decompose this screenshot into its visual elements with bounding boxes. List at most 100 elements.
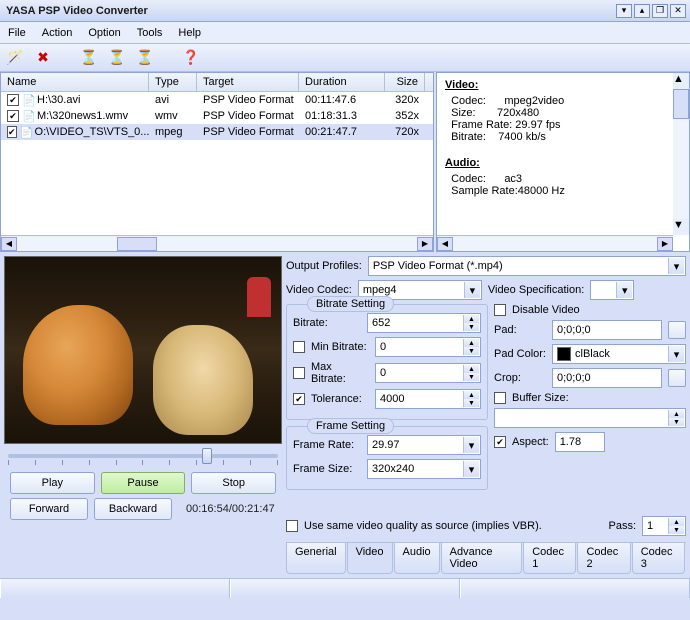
tab-codec2[interactable]: Codec 2 — [577, 543, 630, 574]
menubar: File Action Option Tools Help — [0, 22, 690, 44]
menu-tools[interactable]: Tools — [137, 27, 163, 39]
frame-rate-combo[interactable]: 29.97▾ — [367, 435, 481, 455]
row-checkbox[interactable]: ✔ — [7, 94, 19, 106]
chevron-down-icon[interactable]: ▾ — [616, 282, 632, 298]
statusbar — [0, 578, 690, 598]
remove-file-icon[interactable]: ✖ — [34, 49, 52, 67]
row-checkbox[interactable]: ✔ — [7, 126, 17, 138]
col-type[interactable]: Type — [149, 73, 197, 91]
chevron-down-icon[interactable]: ▾ — [668, 258, 684, 274]
help-icon[interactable]: ❓ — [182, 49, 200, 67]
info-hscroll[interactable]: ◀ ▶ — [437, 235, 673, 251]
pass-input[interactable]: 1▲▼ — [642, 516, 686, 536]
seek-knob[interactable] — [202, 448, 212, 464]
aspect-checkbox[interactable]: ✔ — [494, 436, 506, 448]
scroll-thumb[interactable] — [117, 237, 157, 251]
scroll-thumb[interactable] — [673, 89, 689, 119]
spin-up-icon[interactable]: ▲ — [463, 315, 479, 323]
buffer-checkbox[interactable] — [494, 392, 506, 404]
table-row[interactable]: ✔📄O:\VIDEO_TS\VTS_0... mpeg PSP Video Fo… — [1, 124, 433, 140]
aspect-input[interactable]: 1.78 — [555, 432, 605, 452]
scroll-down-icon[interactable]: ▼ — [673, 219, 689, 235]
col-name[interactable]: Name — [1, 73, 149, 91]
pad-color-combo[interactable]: clBlack▾ — [552, 344, 686, 364]
menu-action[interactable]: Action — [42, 27, 73, 39]
tab-video[interactable]: Video — [347, 543, 393, 574]
bitrate-group-label: Bitrate Setting — [307, 296, 394, 312]
play-button[interactable]: Play — [10, 472, 95, 494]
chevron-down-icon[interactable]: ▾ — [464, 282, 480, 298]
tolerance-input[interactable]: 4000▲▼ — [375, 389, 481, 409]
tab-codec3[interactable]: Codec 3 — [632, 543, 685, 574]
crop-button[interactable] — [668, 369, 686, 387]
crop-input[interactable]: 0;0;0;0 — [552, 368, 662, 388]
convert-selected-icon[interactable]: ⏳ — [108, 49, 126, 67]
file-icon: 📄 — [20, 126, 32, 138]
convert-all-icon[interactable]: ⏳ — [80, 49, 98, 67]
output-profiles-label: Output Profiles: — [286, 260, 362, 272]
titlebar: YASA PSP Video Converter ▾ ▴ ❐ ✕ — [0, 0, 690, 22]
max-bitrate-checkbox[interactable] — [293, 367, 305, 379]
forward-button[interactable]: Forward — [10, 498, 88, 520]
tab-codec1[interactable]: Codec 1 — [523, 543, 576, 574]
add-file-icon[interactable]: 🪄 — [6, 49, 24, 67]
row-checkbox[interactable]: ✔ — [7, 110, 19, 122]
file-icon: 📄 — [22, 94, 34, 106]
toolbar: 🪄 ✖ ⏳ ⏳ ⏳ ❓ — [0, 44, 690, 72]
info-pane: Video: Codec: mpeg2video Size: 720x480 F… — [436, 72, 690, 252]
tolerance-checkbox[interactable]: ✔ — [293, 393, 305, 405]
menu-option[interactable]: Option — [88, 27, 120, 39]
timecode: 00:16:54/00:21:47 — [178, 499, 283, 519]
disable-video-checkbox[interactable] — [494, 304, 506, 316]
scroll-up-icon[interactable]: ▲ — [673, 73, 689, 89]
col-target[interactable]: Target — [197, 73, 299, 91]
settings-tabs: Generial Video Audio Advance Video Codec… — [286, 542, 686, 574]
tab-advance-video[interactable]: Advance Video — [441, 543, 523, 574]
backward-button[interactable]: Backward — [94, 498, 172, 520]
frame-group: Frame Setting Frame Rate: 29.97▾ Frame S… — [286, 426, 488, 490]
scroll-right-icon[interactable]: ▶ — [657, 237, 673, 251]
video-spec-combo[interactable]: ▾ — [590, 280, 634, 300]
file-list: Name Type Target Duration Size ✔📄H:\30.a… — [0, 72, 434, 252]
file-list-header: Name Type Target Duration Size — [1, 73, 433, 92]
file-list-hscroll[interactable]: ◀ ▶ — [1, 235, 433, 251]
frame-size-combo[interactable]: 320x240▾ — [367, 459, 481, 479]
buffer-input[interactable]: ▲▼ — [494, 408, 686, 428]
close-icon[interactable]: ✕ — [670, 4, 686, 18]
col-duration[interactable]: Duration — [299, 73, 385, 91]
stop-button[interactable]: Stop — [191, 472, 276, 494]
bitrate-input[interactable]: 652▲▼ — [367, 313, 481, 333]
pad-input[interactable]: 0;0;0;0 — [552, 320, 662, 340]
video-heading: Video: — [445, 79, 681, 91]
tab-audio[interactable]: Audio — [394, 543, 440, 574]
info-vscroll[interactable]: ▲ ▼ — [673, 73, 689, 235]
tab-general[interactable]: Generial — [286, 543, 346, 574]
pause-button[interactable]: Pause — [101, 472, 186, 494]
scroll-right-icon[interactable]: ▶ — [417, 237, 433, 251]
menu-help[interactable]: Help — [178, 27, 201, 39]
minimize-to-tray-icon[interactable]: ▾ — [616, 4, 632, 18]
audio-heading: Audio: — [445, 157, 681, 169]
minimize-icon[interactable]: ▴ — [634, 4, 650, 18]
stop-convert-icon[interactable]: ⏳ — [136, 49, 154, 67]
pad-button[interactable] — [668, 321, 686, 339]
col-size[interactable]: Size — [385, 73, 425, 91]
min-bitrate-checkbox[interactable] — [293, 341, 305, 353]
seek-slider[interactable] — [8, 454, 278, 458]
restore-icon[interactable]: ❐ — [652, 4, 668, 18]
min-bitrate-input[interactable]: 0▲▼ — [375, 337, 481, 357]
color-swatch — [557, 347, 571, 361]
file-name: H:\30.avi — [37, 94, 80, 106]
file-name: O:\VIDEO_TS\VTS_0... — [35, 126, 149, 138]
table-row[interactable]: ✔📄H:\30.avi avi PSP Video Format 00:11:4… — [1, 92, 433, 108]
output-profiles-combo[interactable]: PSP Video Format (*.mp4) ▾ — [368, 256, 686, 276]
menu-file[interactable]: File — [8, 27, 26, 39]
video-spec-label: Video Specification: — [488, 284, 584, 296]
max-bitrate-input[interactable]: 0▲▼ — [375, 363, 481, 383]
spin-down-icon[interactable]: ▼ — [463, 323, 479, 331]
vbr-checkbox[interactable] — [286, 520, 298, 532]
scroll-left-icon[interactable]: ◀ — [1, 237, 17, 251]
scroll-left-icon[interactable]: ◀ — [437, 237, 453, 251]
video-preview — [4, 256, 282, 444]
table-row[interactable]: ✔📄M:\320news1.wmv wmv PSP Video Format 0… — [1, 108, 433, 124]
